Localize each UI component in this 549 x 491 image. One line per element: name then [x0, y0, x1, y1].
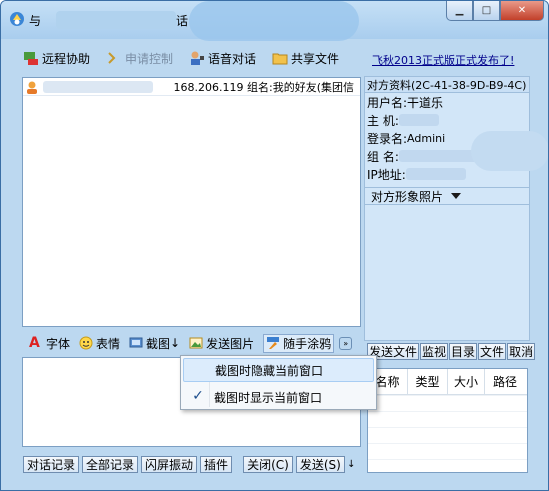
cancel-transfer-button[interactable]: 取消 [507, 343, 536, 360]
news-link[interactable]: 飞秋2013正式版正式发布了! [372, 52, 514, 68]
main-toolbar: 远程协助 申请控制 语音对话 共享文件 [23, 49, 355, 67]
file-transfer-toolbar: 发送文件 监视 目录 文件 取消 [367, 343, 536, 361]
close-button[interactable]: 关闭(C) [243, 455, 293, 473]
doodle-label: 随手涂鸦 [283, 336, 332, 351]
request-control-label: 申请控制 [125, 51, 174, 66]
host-label: 主 机: [367, 113, 399, 128]
monitor-button[interactable]: 监视 [420, 343, 449, 360]
peer-info-title: 对方资料(2C-41-38-9D-B9-4C) [365, 77, 529, 93]
send-button[interactable]: 发送(S) [295, 455, 345, 473]
input-toolbar: A 字体 表情 截图 ↓ 发送图片 随手涂鸦 » [29, 333, 353, 353]
window-title-suffix: 话 [176, 14, 189, 28]
plugins-button[interactable]: 插件 [200, 455, 233, 473]
remote-assist-button[interactable]: 远程协助 [23, 50, 90, 67]
screenshot-label: 截图 [146, 336, 171, 351]
menu-item-show-window[interactable]: ✓ 截图时显示当前窗口 [183, 385, 374, 409]
minimize-button[interactable]: ▁ [446, 1, 473, 21]
close-icon: ✕ [517, 5, 527, 16]
column-size[interactable]: 大小 [448, 369, 485, 394]
remote-assist-icon [24, 52, 38, 65]
login-value: Admini [407, 131, 446, 145]
checkmark-icon: ✓ [192, 388, 204, 404]
hide-window-label: 截图时隐藏当前窗口 [215, 363, 324, 378]
doodle-button[interactable]: 随手涂鸦 [263, 333, 335, 353]
voice-chat-icon [191, 51, 205, 65]
request-control-icon [108, 52, 116, 64]
host-value-redacted [398, 114, 439, 126]
screenshot-icon [129, 337, 143, 348]
group-label: 组 名: [367, 149, 399, 164]
more-tools-button[interactable]: » [339, 336, 353, 350]
image-icon [189, 337, 203, 349]
remote-assist-label: 远程协助 [42, 51, 91, 66]
share-files-label: 共享文件 [291, 51, 340, 66]
feiq-app-icon [10, 12, 24, 26]
minimize-icon: ▁ [455, 5, 464, 16]
file-table-header: 名称 类型 大小 路径 [368, 369, 527, 395]
maximize-icon: □ [481, 5, 492, 16]
double-chevron-right-icon: » [343, 338, 349, 348]
share-files-button[interactable]: 共享文件 [272, 50, 339, 67]
login-label: 登录名: [367, 131, 408, 146]
user-icon [27, 81, 37, 94]
file-transfer-table[interactable]: 名称 类型 大小 路径 [367, 368, 528, 473]
chat-window: 与 话 ▁ □ ✕ 远程协助 申请控制 语音对话 共享文件 飞秋2013正式版正… [0, 0, 549, 491]
peer-name-redacted [43, 80, 153, 93]
peer-address: 168.206.119 组名:我的好友(集团信 [174, 79, 354, 95]
request-control-button[interactable]: 申请控制 [106, 50, 173, 67]
all-log-button[interactable]: 全部记录 [82, 455, 139, 473]
close-window-button[interactable]: ✕ [500, 1, 544, 21]
smiley-icon [79, 336, 93, 350]
maximize-button[interactable]: □ [473, 1, 500, 21]
ip-label: IP地址: [367, 167, 406, 182]
chat-peer-header: 168.206.119 组名:我的好友(集团信 [23, 78, 360, 96]
send-image-button[interactable]: 发送图片 [189, 335, 254, 352]
screenshot-dropdown-arrow[interactable]: ↓ [170, 336, 180, 350]
font-label: 字体 [46, 336, 71, 351]
chat-history[interactable]: 168.206.119 组名:我的好友(集团信 [22, 77, 361, 327]
font-icon: A [29, 335, 40, 351]
emoji-label: 表情 [96, 336, 121, 351]
peer-photo-label: 对方形象照片 [371, 189, 444, 204]
title-bar[interactable]: 与 话 ▁ □ ✕ [1, 1, 548, 41]
title-redacted [56, 11, 176, 29]
menu-item-hide-window[interactable]: 截图时隐藏当前窗口 [183, 358, 374, 382]
chat-log-button[interactable]: 对话记录 [23, 455, 80, 473]
voice-chat-button[interactable]: 语音对话 [189, 50, 256, 67]
paint-brush-icon [267, 337, 280, 349]
window-title-prefix: 与 [29, 14, 42, 28]
peer-photo-toggle[interactable]: 对方形象照片 [365, 187, 529, 205]
folder-icon [272, 53, 288, 65]
file-table-body [368, 395, 527, 471]
title-redacted-glow [189, 1, 359, 41]
file-button[interactable]: 文件 [478, 343, 507, 360]
send-options-arrow[interactable]: ↓ [346, 459, 357, 470]
screenshot-options-menu: 截图时隐藏当前窗口 ✓ 截图时显示当前窗口 [180, 355, 377, 410]
emoji-button[interactable]: 表情 [79, 335, 120, 352]
shake-button[interactable]: 闪屏振动 [141, 455, 198, 473]
peer-info-panel: 对方资料(2C-41-38-9D-B9-4C) 用户名: 干道乐 主 机: 登录… [364, 76, 530, 341]
username-label: 用户名: [367, 95, 408, 110]
font-button[interactable]: A 字体 [29, 335, 70, 352]
screenshot-button[interactable]: 截图 ↓ [129, 335, 180, 352]
bottom-button-bar: 对话记录 全部记录 闪屏振动 插件 关闭(C) 发送(S) ↓ [23, 455, 357, 473]
peer-host-row: 主 机: [365, 111, 529, 129]
ip-value-redacted [405, 168, 466, 180]
triangle-down-icon [451, 193, 462, 199]
send-image-label: 发送图片 [206, 336, 255, 351]
voice-chat-label: 语音对话 [208, 51, 257, 66]
directory-button[interactable]: 目录 [449, 343, 478, 360]
redacted-glow [471, 131, 548, 171]
show-window-label: 截图时显示当前窗口 [214, 390, 323, 405]
peer-group: 组名:我的好友(集团信 [247, 80, 354, 94]
username-value: 干道乐 [407, 95, 444, 110]
column-path[interactable]: 路径 [485, 369, 525, 394]
column-type[interactable]: 类型 [408, 369, 448, 394]
peer-username-row: 用户名: 干道乐 [365, 93, 529, 111]
peer-ip: 168.206.119 [173, 80, 244, 94]
